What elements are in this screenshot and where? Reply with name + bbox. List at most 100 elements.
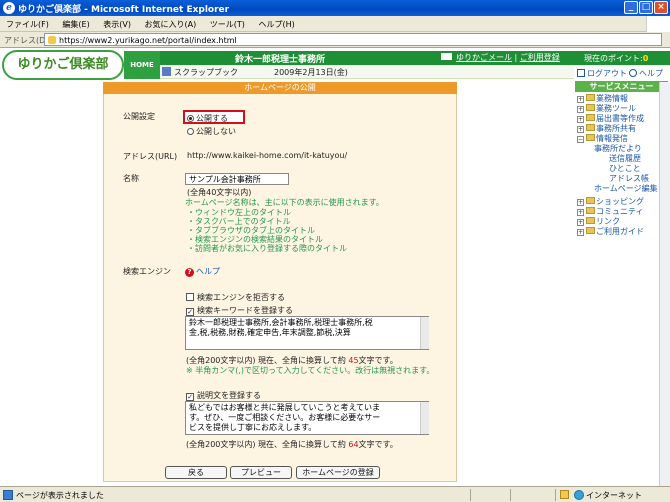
scrapbook-link[interactable]: スクラップブック — [162, 67, 238, 78]
sidebar-item-label: コミュニティ — [596, 207, 644, 216]
menu-help[interactable]: ヘルプ(H) — [252, 16, 299, 30]
menu-edit[interactable]: 編集(E) — [56, 16, 94, 30]
windows-logo-icon — [646, 16, 670, 32]
browser-scrollbar[interactable] — [659, 82, 670, 486]
firm-name: 鈴木一郎税理士事務所 — [235, 55, 326, 65]
checkbox-checked-icon: ✓ — [186, 308, 194, 316]
keywords-count-suffix: 文字です。 — [358, 356, 398, 365]
help-icon — [629, 69, 637, 77]
sidebar-item-label: ご利用ガイド — [596, 227, 644, 236]
radio-selected-icon — [187, 115, 194, 122]
keywords-scrollbar[interactable] — [420, 317, 429, 349]
minimize-button[interactable]: _ — [624, 1, 638, 14]
folder-icon — [586, 197, 595, 204]
points-label: 現在のポイント: — [584, 54, 643, 63]
menu-favorites[interactable]: お気に入り(A) — [139, 16, 202, 30]
current-date: 2009年2月13日(金) — [274, 68, 348, 77]
publish-off-label: 公開しない — [196, 127, 236, 136]
page-icon — [3, 490, 13, 500]
sidebar-item-guide[interactable]: + ご利用ガイド — [577, 226, 644, 237]
url-label: アドレス(URL) — [123, 152, 178, 161]
keywords-count-prefix: (全角200文字以内) 現在、全角に換算して約 — [186, 356, 349, 365]
mail-link[interactable]: ゆりかごメール — [456, 53, 512, 62]
status-divider — [555, 489, 556, 501]
expand-icon[interactable]: + — [577, 96, 584, 103]
menu-view[interactable]: 表示(V) — [97, 16, 136, 30]
description-scrollbar[interactable] — [420, 402, 429, 434]
expand-icon[interactable]: + — [577, 106, 584, 113]
mail-icon — [440, 52, 453, 61]
menu-bar: ファイル(F) 編集(E) 表示(V) お気に入り(A) ツール(T) ヘルプ(… — [0, 16, 670, 32]
refuse-search-label: 検索エンジンを拒否する — [197, 293, 285, 302]
publish-on-label: 公開する — [196, 114, 228, 123]
logout-link[interactable]: ログアウト — [577, 68, 627, 79]
expand-icon[interactable]: + — [577, 199, 584, 206]
sidebar-item-label: 業務情報 — [596, 94, 628, 103]
secure-page-icon — [48, 36, 56, 44]
ie-logo-icon: e — [3, 2, 15, 14]
search-help-link[interactable]: ? ヘルプ — [185, 266, 220, 277]
preview-button[interactable]: プレビュー — [230, 466, 292, 479]
register-keywords-label: 検索キーワードを登録する — [197, 306, 293, 315]
expand-icon[interactable]: + — [577, 219, 584, 226]
expand-icon[interactable]: + — [577, 229, 584, 236]
window-title: ゆりかご倶楽部 - Microsoft Internet Explorer — [18, 5, 230, 15]
close-button[interactable]: × — [654, 1, 668, 14]
status-text: ページが表示されました — [16, 491, 104, 500]
expand-icon[interactable]: + — [577, 126, 584, 133]
publish-on-radio[interactable]: 公開する — [187, 113, 228, 124]
panel-title: ホームページの公開 — [103, 82, 457, 94]
register-description-checkbox[interactable]: ✓ 説明文を登録する — [186, 390, 261, 401]
sidebar-item-label: リンク — [596, 217, 620, 226]
menu-file[interactable]: ファイル(F) — [0, 16, 54, 30]
address-input[interactable]: https://www2.yurikago.net/portal/index.h… — [44, 33, 662, 46]
link-separator: | — [514, 53, 518, 62]
radio-icon — [187, 128, 194, 135]
menu-tools[interactable]: ツール(T) — [204, 16, 250, 30]
name-label: 名称 — [123, 174, 139, 183]
checkbox-checked-icon: ✓ — [186, 393, 194, 401]
expand-icon[interactable]: + — [577, 209, 584, 216]
refuse-search-checkbox[interactable]: 検索エンジンを拒否する — [186, 292, 285, 303]
points-value: 0 — [642, 54, 649, 63]
guide-link[interactable]: ご利用登録 — [520, 53, 560, 62]
folder-icon — [586, 124, 595, 131]
register-keywords-checkbox[interactable]: ✓ 検索キーワードを登録する — [186, 305, 293, 316]
sidebar-item-label: 事務所共有 — [596, 124, 636, 133]
lock-icon — [560, 490, 569, 499]
site-logo[interactable]: ゆりかご倶楽部 — [2, 50, 124, 80]
maximize-button[interactable]: □ — [639, 1, 653, 14]
publish-setting-label: 公開設定 — [123, 112, 155, 121]
register-homepage-button[interactable]: ホームページの登録 — [296, 466, 380, 479]
description-count: (全角200文字以内) 現在、全角に換算して約 64文字です。 — [186, 439, 398, 450]
description-textarea[interactable]: 私どもではお客様と共に発展していこうと考えていま す。ぜひ、一度ご相談ください。… — [185, 401, 429, 435]
folder-icon — [586, 114, 595, 121]
service-menu-header: サービスメニュー — [575, 81, 668, 92]
back-button[interactable]: 戻る — [165, 466, 227, 479]
name-note-5: ・訪問者がお気に入り登録する際のタイトル — [187, 244, 347, 253]
points-display: 現在のポイント:0 — [584, 53, 648, 64]
folder-icon — [586, 207, 595, 214]
home-button[interactable]: HOME — [124, 51, 160, 79]
collapse-icon[interactable]: − — [577, 136, 584, 143]
address-label: アドレス(D) — [4, 36, 49, 45]
sidebar-item-label: 情報発信 — [596, 134, 628, 143]
folder-open-icon — [586, 134, 595, 141]
expand-icon[interactable]: + — [577, 116, 584, 123]
sidebar-item-label: ショッピング — [596, 197, 644, 206]
site-name-input[interactable]: サンプル会計事務所 — [185, 173, 289, 185]
desc-count-suffix: 文字です。 — [358, 440, 398, 449]
search-help-label: ヘルプ — [196, 267, 220, 276]
keywords-textarea[interactable]: 鈴木一郎税理士事務所,会計事務所,税理士事務所,税 金,税,税務,財務,確定申告… — [185, 316, 429, 350]
desc-count-value: 64 — [348, 440, 359, 449]
logout-label: ログアウト — [587, 69, 627, 78]
keywords-count-value: 45 — [348, 356, 359, 365]
status-divider — [470, 489, 471, 501]
help-link[interactable]: ヘルプ — [629, 68, 663, 79]
publish-off-radio[interactable]: 公開しない — [187, 126, 236, 137]
sidebar-sub-homepage-edit[interactable]: ホームページ編集 — [594, 183, 658, 194]
help-question-icon: ? — [185, 268, 194, 277]
status-divider — [510, 489, 511, 501]
security-zone: インターネット — [586, 491, 642, 500]
folder-icon — [586, 94, 595, 101]
